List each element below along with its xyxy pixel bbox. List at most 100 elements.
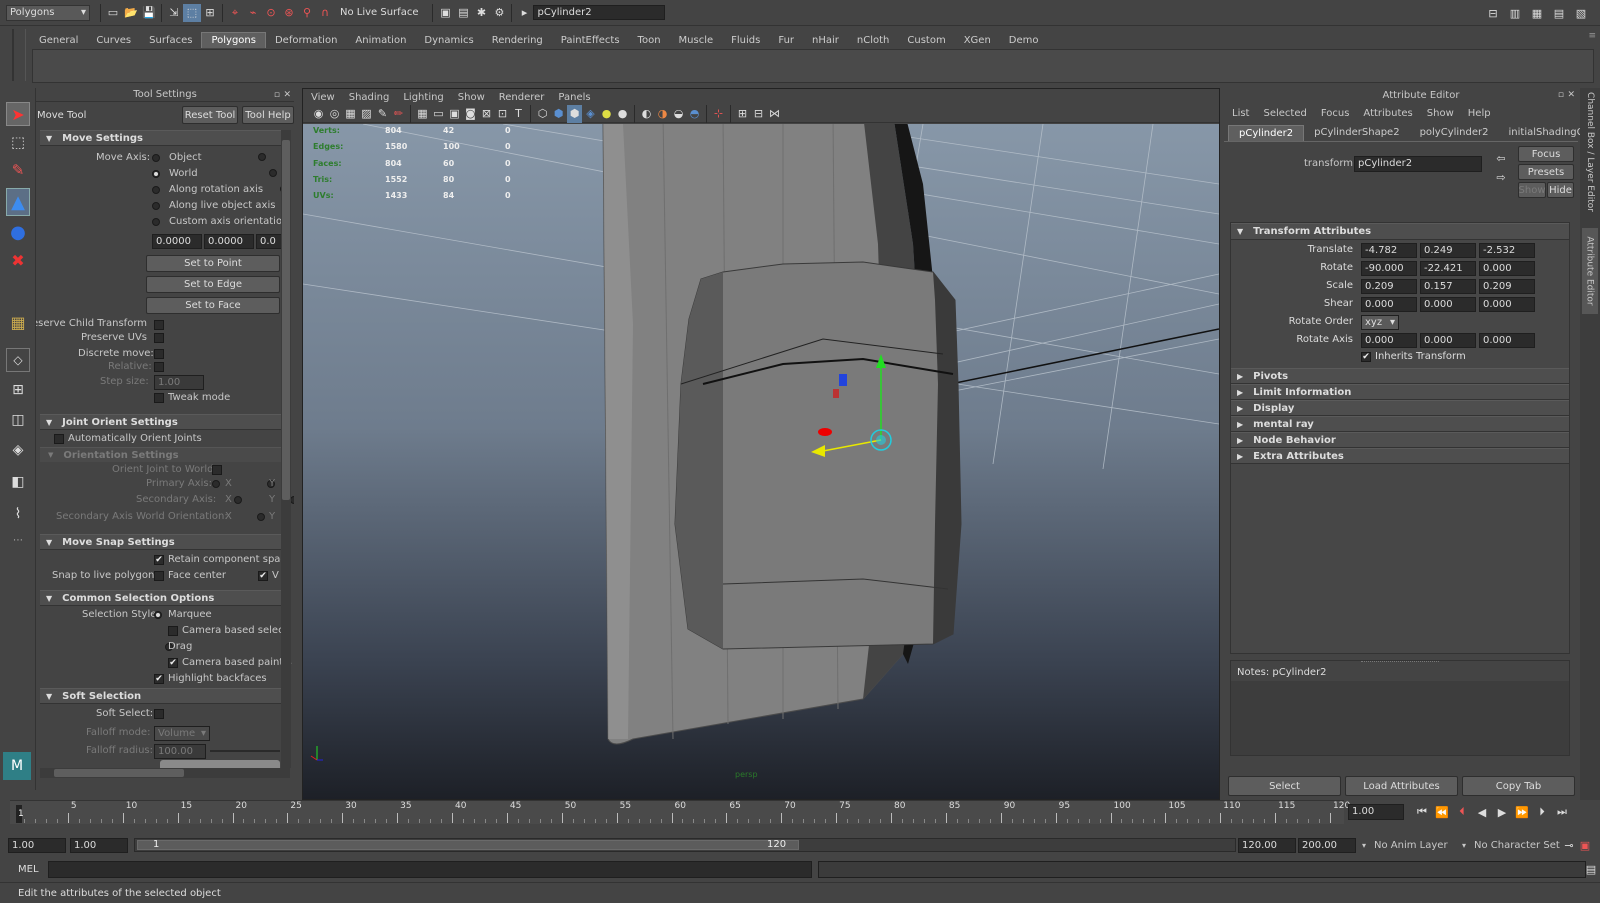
resolution-gate-icon[interactable]: ▣	[447, 105, 462, 123]
snap-v-checkbox[interactable]: ✔	[258, 571, 268, 581]
ae-menu-focus[interactable]: Focus	[1321, 108, 1350, 119]
go-to-end-icon[interactable]: ⏭	[1552, 803, 1572, 821]
set-to-face-button[interactable]: Set to Face	[146, 297, 280, 314]
orientation-settings-header[interactable]: ▼ Orientation Settings	[40, 447, 281, 462]
axis-world-radio[interactable]: World	[152, 168, 198, 179]
anti-aliasing-icon[interactable]: ◒	[671, 105, 686, 123]
viewport-menu-shading[interactable]: Shading	[349, 92, 390, 103]
rotate-axis-x-field[interactable]: 0.000	[1361, 333, 1417, 348]
set-to-edge-button[interactable]: Set to Edge	[146, 276, 280, 293]
attribute-editor-toggle-icon[interactable]: ▥	[1506, 4, 1524, 22]
viewport-menu-panels[interactable]: Panels	[558, 92, 590, 103]
orient-world-checkbox[interactable]	[212, 465, 222, 475]
hscrollbar-thumb[interactable]	[54, 769, 184, 777]
soft-selection-header[interactable]: ▼ Soft Selection	[40, 688, 281, 704]
custom-axis-y-field[interactable]: 0.0000	[204, 234, 254, 249]
shelf-tab-fluids[interactable]: Fluids	[722, 32, 769, 48]
falloff-mode-dropdown[interactable]: Volume ▾	[154, 726, 210, 741]
shelf-tab-curves[interactable]: Curves	[87, 32, 140, 48]
node-tab-pcylindershape2[interactable]: pCylinderShape2	[1304, 125, 1409, 141]
section-mental-ray[interactable]: ▶ mental ray	[1231, 416, 1569, 432]
inherits-transform-checkbox[interactable]: ✔	[1361, 352, 1371, 362]
command-language-label[interactable]: MEL	[18, 864, 39, 875]
relative-checkbox[interactable]	[154, 362, 164, 372]
bookmark-icon[interactable]: ▦	[343, 105, 358, 123]
retain-spacing-checkbox[interactable]: ✔	[154, 555, 164, 565]
outliner-toggle-icon[interactable]: ▧	[1572, 4, 1590, 22]
render-view-icon[interactable]: ▣	[436, 4, 454, 22]
make-live-icon[interactable]: ⚲	[298, 4, 316, 22]
preserve-child-checkbox[interactable]	[154, 320, 164, 330]
common-selection-header[interactable]: ▼ Common Selection Options	[40, 590, 281, 606]
input-mode-icon[interactable]: ▸	[515, 4, 533, 22]
wireframe-on-shaded-icon[interactable]: ⬢	[567, 104, 582, 123]
load-attributes-button[interactable]: Load Attributes	[1345, 776, 1458, 796]
custom-axis-x-field[interactable]: 0.0000	[152, 234, 202, 249]
channel-box-side-tab[interactable]: Channel Box / Layer Editor	[1582, 92, 1598, 212]
scale-tool-icon[interactable]: ✖	[6, 248, 30, 272]
step-forward-frame-icon[interactable]: ⏵	[1532, 803, 1552, 821]
tool-settings-scrollbar[interactable]	[281, 130, 291, 768]
copy-tab-button[interactable]: Copy Tab	[1462, 776, 1575, 796]
translate-z-field[interactable]: -2.532	[1479, 243, 1535, 258]
play-backward-icon[interactable]: ◀	[1472, 803, 1492, 821]
snap-curve-icon[interactable]: ⌁	[244, 4, 262, 22]
rotate-axis-y-field[interactable]: 0.000	[1420, 333, 1476, 348]
face-center-checkbox[interactable]	[154, 571, 164, 581]
shelf-tab-rendering[interactable]: Rendering	[483, 32, 552, 48]
four-view-layout-icon[interactable]: ⊞	[6, 378, 30, 402]
ae-menu-show[interactable]: Show	[1427, 108, 1454, 119]
shelf-tab-dynamics[interactable]: Dynamics	[415, 32, 482, 48]
render-frame-icon[interactable]: ▤	[454, 4, 472, 22]
shelf-tab-surfaces[interactable]: Surfaces	[140, 32, 201, 48]
axis-custom-radio[interactable]: Custom axis orientation	[152, 216, 288, 227]
axis-live-radio[interactable]: Along live object axis	[152, 200, 275, 211]
isolate-select-icon[interactable]: ⊹	[711, 105, 726, 123]
graph-editor-layout-icon[interactable]: ⌇	[6, 502, 30, 526]
start-time-field[interactable]: 1.00	[8, 837, 66, 853]
translate-x-field[interactable]: -4.782	[1361, 243, 1417, 258]
persp-outliner-layout-icon[interactable]: ◫	[6, 408, 30, 432]
highlight-backfaces-checkbox[interactable]: ✔	[154, 674, 164, 684]
playback-end-field[interactable]: 120.00	[1238, 837, 1296, 853]
time-slider[interactable]: 1 5 10 15 20 25 30 35 40 45 50 55 60 65 70 75 80 85 90 95 1…	[10, 800, 1350, 824]
hide-button[interactable]: Hide	[1547, 182, 1574, 198]
presets-button[interactable]: Presets	[1518, 164, 1574, 180]
auto-orient-checkbox[interactable]	[54, 434, 64, 444]
rotate-tool-icon[interactable]: ●	[6, 220, 30, 244]
scale-x-field[interactable]: 0.209	[1361, 279, 1417, 294]
viewport-menu-view[interactable]: View	[311, 92, 335, 103]
x-ray-icon[interactable]: ⊞	[735, 105, 750, 123]
show-button[interactable]: Show	[1518, 182, 1546, 198]
preferences-icon[interactable]: ▣	[1578, 836, 1592, 854]
falloff-radius-slider[interactable]	[210, 750, 280, 752]
rotate-axis-z-field[interactable]: 0.000	[1479, 333, 1535, 348]
snap-point-icon[interactable]: ⊙	[262, 4, 280, 22]
magnet-icon[interactable]: ∩	[316, 4, 334, 22]
x-ray-joints-icon[interactable]: ⊟	[751, 105, 766, 123]
shelf-tab-demo[interactable]: Demo	[1000, 32, 1048, 48]
range-slider-track[interactable]: 1 120	[134, 838, 1236, 852]
modeling-toolkit-icon[interactable]: ⊟	[1484, 4, 1502, 22]
rotate-order-dropdown[interactable]: xyz ▾	[1361, 315, 1399, 330]
go-to-output-icon[interactable]: ⇨	[1494, 170, 1508, 184]
falloff-radius-field[interactable]: 100.00	[154, 744, 206, 759]
radio-icon[interactable]	[212, 480, 220, 488]
axis-object-radio[interactable]: Object	[152, 152, 202, 163]
shelf-tab-painteffects[interactable]: PaintEffects	[552, 32, 629, 48]
auto-key-icon[interactable]: ⊸	[1562, 836, 1576, 854]
radio-icon[interactable]	[269, 169, 278, 177]
camera-paint-checkbox[interactable]: ✔	[168, 658, 178, 668]
move-settings-header[interactable]: ▼ Move Settings	[40, 130, 281, 146]
shelf-tab-ncloth[interactable]: nCloth	[848, 32, 898, 48]
close-panel-icon[interactable]: ✕	[283, 90, 291, 100]
tool-settings-toggle-icon[interactable]: ▦	[1528, 4, 1546, 22]
shelf-tab-custom[interactable]: Custom	[898, 32, 954, 48]
node-tab-polycylinder2[interactable]: polyCylinder2	[1410, 125, 1499, 141]
new-scene-icon[interactable]: ▭	[104, 4, 122, 22]
current-frame-field[interactable]: 1.00	[1348, 804, 1404, 820]
name-field[interactable]: pCylinder2	[533, 5, 666, 20]
shear-z-field[interactable]: 0.000	[1479, 297, 1535, 312]
attribute-editor-side-tab[interactable]: Attribute Editor	[1582, 228, 1598, 314]
preserve-uvs-checkbox[interactable]	[154, 333, 164, 343]
